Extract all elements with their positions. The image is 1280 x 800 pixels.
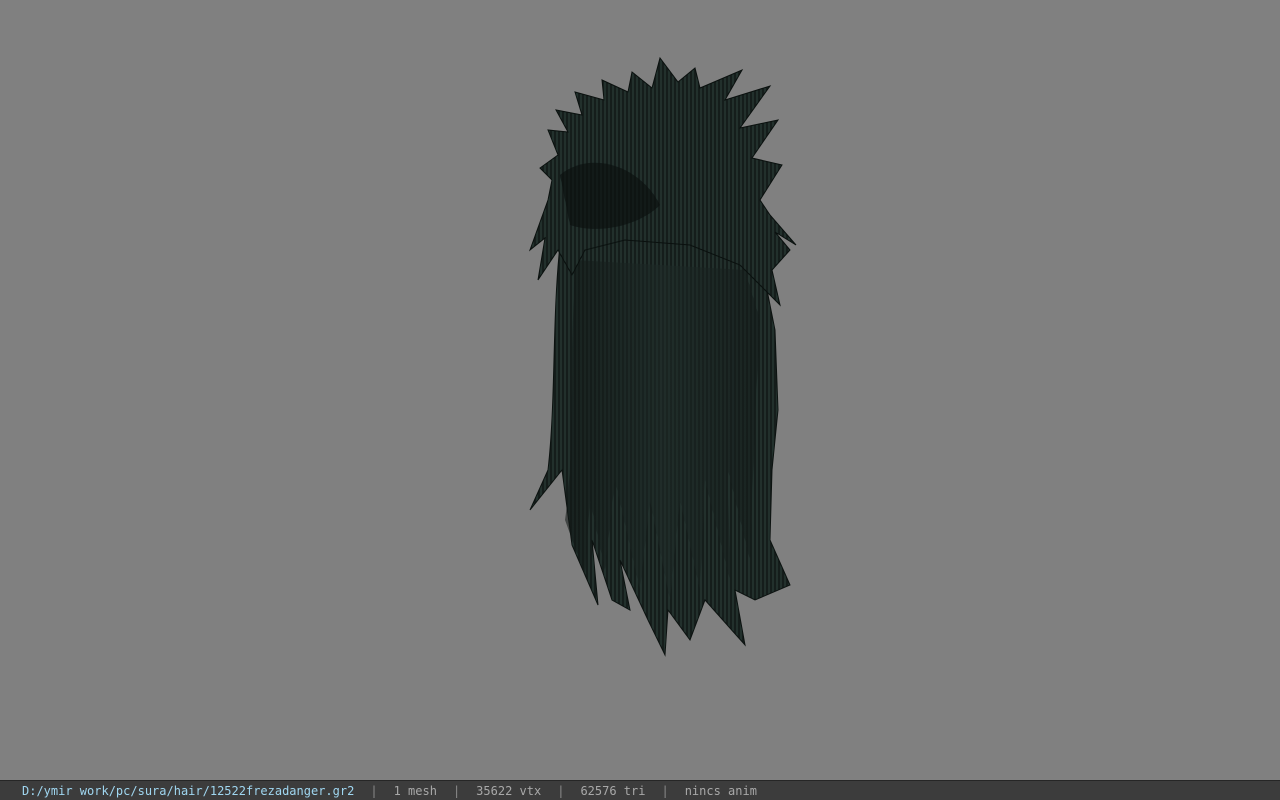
mesh-count: 1 mesh [393,783,437,798]
triangle-count: 62576 tri [580,783,646,798]
vertex-count: 35622 vtx [476,783,542,798]
file-path: D:/ymir work/pc/sura/hair/12522frezadang… [22,783,355,798]
status-bar: D:/ymir work/pc/sura/hair/12522frezadang… [0,780,1280,800]
hair-model [528,56,797,657]
separator: | [452,783,461,798]
animation-status: nincs anim [684,783,757,798]
separator: | [557,783,565,798]
separator: | [370,783,378,798]
separator: | [661,783,669,798]
hair-mesh-icon [528,56,797,657]
3d-viewport[interactable] [0,0,1280,780]
